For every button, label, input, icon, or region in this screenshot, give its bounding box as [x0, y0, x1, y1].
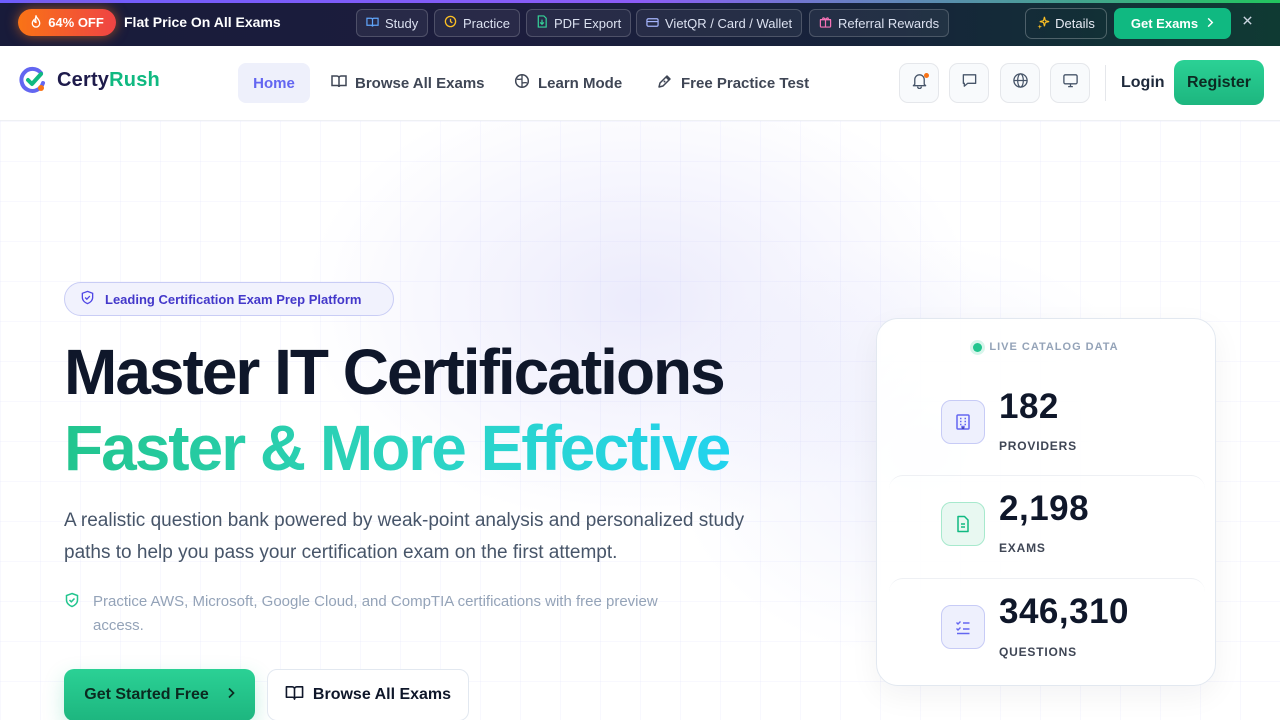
logo-text: CertyRush — [57, 69, 160, 92]
catalog-stats-heading: LIVE CATALOG DATA — [877, 341, 1215, 353]
nav-browse-all-exams[interactable]: Browse All Exams — [316, 63, 500, 103]
display-button[interactable] — [1050, 63, 1090, 103]
catalog-stats-card: LIVE CATALOG DATA 182 PROVIDERS 2,198 EX… — [876, 318, 1216, 686]
logo[interactable]: CertyRush — [19, 66, 160, 94]
header-divider — [1105, 65, 1106, 101]
promo-chip-label: Referral Rewards — [838, 15, 940, 31]
platform-tag: Leading Certification Exam Prep Platform — [64, 282, 394, 316]
register-button[interactable]: Register — [1174, 60, 1264, 105]
gift-icon — [819, 15, 832, 31]
logo-icon — [19, 66, 45, 93]
stat-value: 346,310 — [999, 592, 1130, 631]
chevron-right-icon — [227, 686, 235, 704]
promo-chip-label: PDF Export — [554, 15, 622, 31]
nav-home[interactable]: Home — [238, 63, 310, 103]
book-open-icon — [331, 73, 347, 93]
checklist-icon — [941, 605, 985, 649]
file-download-icon — [536, 15, 548, 31]
stat-label: EXAMS — [999, 541, 1046, 555]
shield-icon — [80, 290, 95, 308]
discount-badge-label: 64% OFF — [48, 15, 104, 30]
globe-icon — [1012, 72, 1029, 94]
monitor-icon — [1062, 72, 1079, 94]
platform-tag-label: Leading Certification Exam Prep Platform — [105, 291, 362, 307]
live-indicator — [973, 342, 983, 352]
nav-label: Learn Mode — [538, 74, 623, 92]
browse-exams-label: Browse All Exams — [312, 686, 452, 703]
promo-chip-label: Practice — [463, 15, 510, 31]
stat-questions: 346,310 QUESTIONS — [889, 578, 1205, 675]
promo-text: Flat Price On All Exams — [124, 14, 281, 30]
nav-label: Browse All Exams — [355, 74, 485, 92]
hero-note: Practice AWS, Microsoft, Google Cloud, a… — [64, 590, 704, 638]
promo-bar: 64% OFF Flat Price On All Exams Study Pr… — [0, 0, 1280, 46]
stat-label: QUESTIONS — [999, 645, 1077, 659]
close-icon[interactable] — [1242, 13, 1253, 30]
get-started-button[interactable]: Get Started Free — [64, 669, 255, 720]
logo-text-part: Certy — [57, 68, 110, 91]
chevron-right-icon — [1206, 16, 1214, 31]
chat-icon — [961, 72, 978, 94]
stat-providers: 182 PROVIDERS — [889, 373, 1205, 470]
discount-badge: 64% OFF — [18, 9, 116, 36]
catalog-stats-title: LIVE CATALOG DATA — [989, 341, 1119, 353]
get-exams-button[interactable]: Get Exams — [1114, 8, 1231, 39]
notification-dot — [924, 73, 929, 78]
hero-title: Master IT Certifications — [64, 336, 726, 408]
promo-chip-pdf-export[interactable]: PDF Export — [526, 9, 632, 37]
get-started-label: Get Started Free — [84, 686, 209, 703]
shield-check-icon — [64, 590, 80, 638]
site-header: CertyRush Home Browse All Exams Learn Mo… — [0, 46, 1280, 121]
stat-label: PROVIDERS — [999, 439, 1077, 453]
book-icon — [366, 16, 379, 31]
nav-learn-mode[interactable]: Learn Mode — [499, 63, 637, 103]
book-open-icon — [285, 683, 304, 707]
sparkle-icon — [1037, 16, 1050, 32]
hero-note-text: Practice AWS, Microsoft, Google Cloud, a… — [93, 593, 658, 634]
get-exams-button-label: Get Exams — [1130, 16, 1199, 31]
hero-title-highlight: Faster & More Effective — [64, 409, 731, 487]
language-button[interactable] — [1000, 63, 1040, 103]
promo-chip-payment[interactable]: VietQR / Card / Wallet — [636, 9, 803, 37]
promo-chip-study[interactable]: Study — [356, 9, 429, 37]
promo-chip-label: VietQR / Card / Wallet — [665, 15, 793, 31]
nav-free-practice-test[interactable]: Free Practice Test — [642, 63, 824, 103]
promo-chip-referral[interactable]: Referral Rewards — [809, 9, 950, 37]
building-icon — [941, 400, 985, 444]
clock-icon — [444, 15, 457, 31]
notifications-button[interactable] — [899, 63, 939, 103]
nav-label: Free Practice Test — [681, 74, 810, 92]
pen-icon — [657, 73, 673, 93]
fire-icon — [30, 13, 42, 31]
document-icon — [941, 502, 985, 546]
hero-section: Leading Certification Exam Prep Platform… — [0, 121, 1280, 720]
promo-chip-practice[interactable]: Practice — [434, 9, 520, 37]
card-icon — [646, 16, 659, 31]
hero-description: A realistic question bank powered by wea… — [64, 510, 745, 563]
stat-value: 182 — [999, 387, 1059, 426]
details-button[interactable]: Details — [1025, 8, 1107, 39]
logo-text-accent: Rush — [109, 68, 160, 91]
login-link[interactable]: Login — [1121, 74, 1165, 92]
stat-exams: 2,198 EXAMS — [889, 475, 1205, 572]
stat-value: 2,198 — [999, 489, 1090, 528]
browse-exams-button[interactable]: Browse All Exams — [267, 669, 469, 720]
nav-label: Home — [253, 74, 295, 92]
promo-chip-label: Study — [385, 15, 419, 31]
chat-button[interactable] — [949, 63, 989, 103]
brain-icon — [514, 73, 530, 93]
details-button-label: Details — [1055, 16, 1095, 31]
